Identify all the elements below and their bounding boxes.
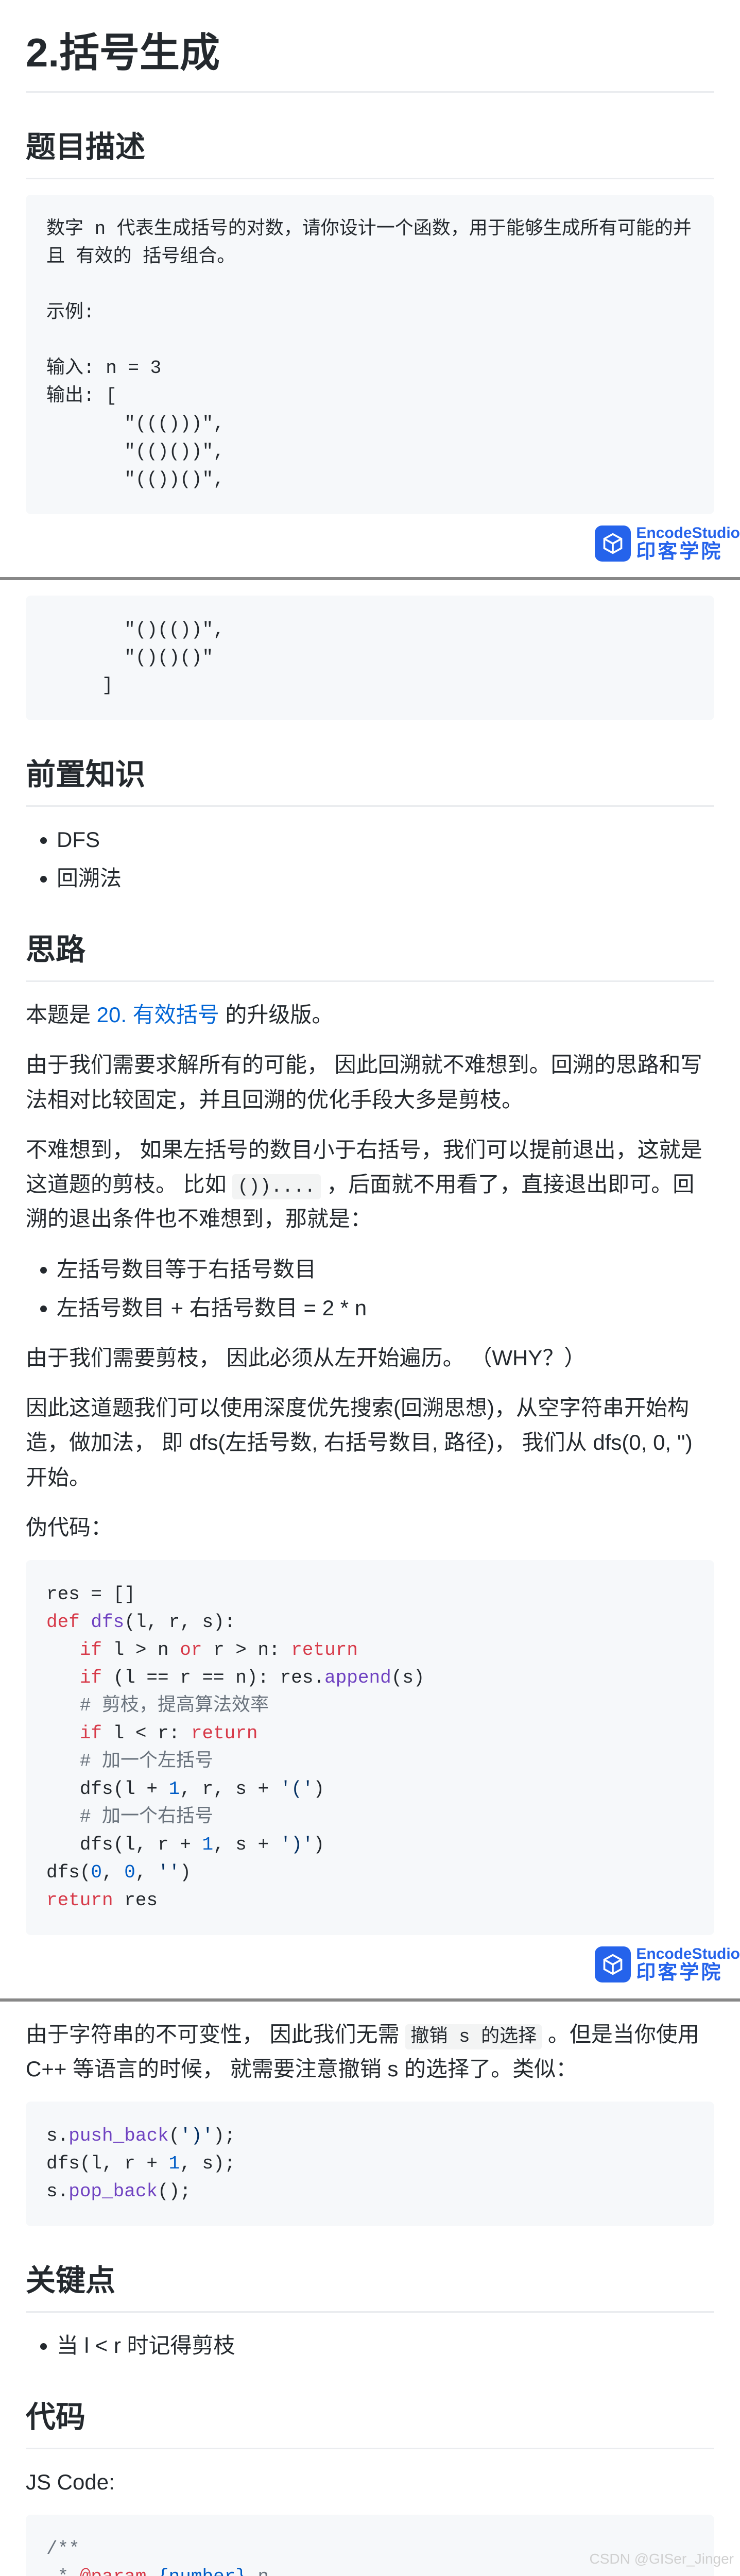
desc-codeblock-1: 数字 n 代表生成括号的对数，请你设计一个函数，用于能够生成所有可能的并且 有效… — [26, 195, 714, 514]
list-item: 左括号数目 + 右括号数目 = 2 * n — [57, 1291, 714, 1325]
section-key: 关键点 — [26, 2257, 714, 2313]
section-code: 代码 — [26, 2394, 714, 2449]
divider — [0, 1998, 740, 2002]
section-idea: 思路 — [26, 926, 714, 982]
list-item: 当 l < r 时记得剪枝 — [57, 2328, 714, 2363]
watermark-badge: EncodeStudio印客学院 — [26, 1945, 740, 1986]
cube-icon — [595, 526, 631, 562]
section-desc: 题目描述 — [26, 124, 714, 179]
idea-p3: 不难想到， 如果左括号的数目小于右括号，我们可以提前退出，这就是这道题的剪枝。 … — [26, 1132, 714, 1236]
cpp-note-codeblock: s.push_back(')'); dfs(l, r + 1, s); s.po… — [26, 2102, 714, 2226]
divider — [0, 577, 740, 580]
idea-p2: 由于我们需要求解所有的可能， 因此回溯就不难想到。回溯的思路和写法相对比较固定，… — [26, 1047, 714, 1116]
idea-bullets: 左括号数目等于右括号数目 左括号数目 + 右括号数目 = 2 * n — [57, 1252, 714, 1325]
list-item: 左括号数目等于右括号数目 — [57, 1252, 714, 1286]
csdn-watermark: CSDN @GISer_Jinger — [589, 2548, 734, 2571]
idea-p4: 由于我们需要剪枝， 因此必须从左开始遍历。 （WHY？） — [26, 1341, 714, 1375]
idea-p1: 本题是 20. 有效括号 的升级版。 — [26, 997, 714, 1032]
link-problem-20[interactable]: 20. 有效括号 — [97, 1003, 219, 1027]
list-item: DFS — [57, 822, 714, 857]
watermark-badge: EncodeStudio印客学院 — [26, 524, 740, 565]
watermark-en: EncodeStudio — [636, 524, 740, 541]
code-lang-label: JS Code: — [26, 2465, 714, 2499]
page-title: 2.括号生成 — [26, 21, 714, 93]
cube-icon — [595, 1946, 631, 1982]
idea-p5: 因此这道题我们可以使用深度优先搜索(回溯思想)，从空字符串开始构造，做加法， 即… — [26, 1391, 714, 1495]
desc-codeblock-2: "()(())", "()()()" ] — [26, 596, 714, 720]
prereq-list: DFS 回溯法 — [57, 822, 714, 895]
idea-p6: 伪代码： — [26, 1510, 714, 1545]
section-prereq: 前置知识 — [26, 751, 714, 807]
list-item: 回溯法 — [57, 861, 714, 895]
inline-code: 撤销 s 的选择 — [405, 2024, 542, 2049]
watermark-cn: 印客学院 — [636, 541, 740, 563]
pseudo-codeblock: res = [] def dfs(l, r, s): if l > n or r… — [26, 1560, 714, 1935]
key-list: 当 l < r 时记得剪枝 — [57, 2328, 714, 2363]
inline-code: ()).... — [232, 1174, 320, 1199]
note-p: 由于字符串的不可变性， 因此我们无需 撤销 s 的选择 。但是当你使用 C++ … — [26, 2017, 714, 2087]
